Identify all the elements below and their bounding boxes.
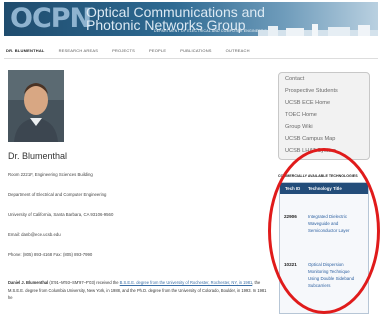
department-line: Department of Electrical and Computer En… [8,192,107,197]
profile-photo [8,70,64,142]
link-prospective-students[interactable]: Prospective Students [285,88,338,94]
bio-text-1: (S'91–M'93–SM'97–F'03) received the [48,280,120,285]
nav-research-areas[interactable]: RESEARCH AREAS [59,48,98,56]
link-contact[interactable]: Contact [285,76,304,82]
profile-name: Dr. Blumenthal [8,151,68,161]
red-annotation-circle [268,148,380,314]
bio-name: Daniel J. Blumenthal [8,280,49,285]
university-address: University of California, Santa Barbara,… [8,212,114,217]
nav-outreach[interactable]: OUTREACH [226,48,250,56]
nav-publications[interactable]: PUBLICATIONS [180,48,211,56]
nav-projects[interactable]: PROJECTS [112,48,135,56]
page: OCPN Optical Communications and Photonic… [0,0,382,314]
link-group-wiki[interactable]: Group Wiki [285,124,313,130]
nav-people[interactable]: PEOPLE [149,48,166,56]
bio-degree-link[interactable]: B.S.E.E. degree from the University of R… [120,280,253,285]
link-toec-home[interactable]: TOEC Home [285,112,317,118]
phone-fax-line: Phone: (805) 893-4168 Fax: (805) 893-799… [8,252,93,257]
department-subtitle: DEPARTMENT OF ELECTRICAL AND COMPUTER EN… [154,29,271,33]
office-room: Room 2221F, Engineering Sciences Buildin… [8,172,93,177]
email-line[interactable]: Email: danb@ece.ucsb.edu [8,232,61,237]
nav-dr-blumenthal[interactable]: DR. BLUMENTHAL [6,48,45,56]
header-banner: OCPN Optical Communications and Photonic… [4,2,378,36]
link-campus-map[interactable]: UCSB Campus Map [285,136,335,142]
biography-paragraph: Daniel J. Blumenthal (S'91–M'93–SM'97–F'… [8,279,270,302]
quick-links-box: Contact Prospective Students UCSB ECE Ho… [278,72,370,160]
nav-divider [4,58,378,59]
main-nav: DR. BLUMENTHAL RESEARCH AREAS PROJECTS P… [6,48,250,56]
link-ucsb-ece-home[interactable]: UCSB ECE Home [285,100,330,106]
campus-skyline-image [258,24,378,36]
ocpn-logo[interactable]: OCPN [10,3,92,35]
